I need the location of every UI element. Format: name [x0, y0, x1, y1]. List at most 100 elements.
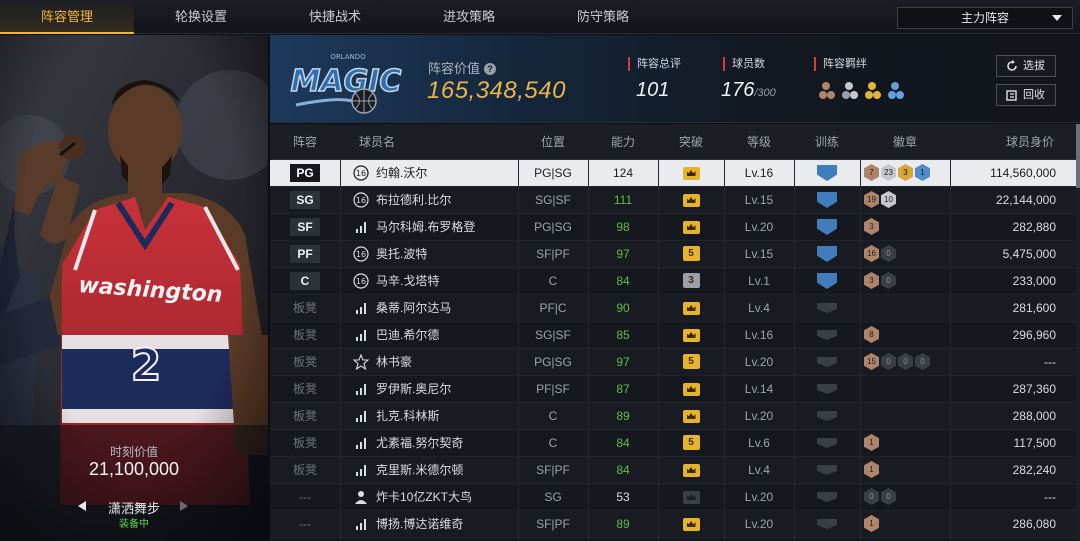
badges-cell[interactable] [862, 403, 950, 429]
breakthrough-cell[interactable] [658, 484, 724, 510]
lineup-slot-cell[interactable]: SG [270, 187, 340, 213]
breakthrough-cell[interactable]: 5 [658, 349, 724, 375]
table-row[interactable]: 板凳 桑蒂.阿尔达马 PF|C 90 Lv.4 281,600 [270, 295, 1076, 322]
training-cell[interactable] [794, 214, 860, 240]
table-row[interactable]: 板凳 克里斯.米德尔顿 SF|PF 84 Lv.4 1 282,240 [270, 457, 1076, 484]
player-name[interactable]: 罗伊斯.奥尼尔 [376, 376, 516, 402]
recycle-button[interactable]: 回收 [996, 84, 1056, 106]
training-cell[interactable] [794, 322, 860, 348]
badges-cell[interactable]: 1 [862, 511, 950, 537]
table-row[interactable]: SG 16 布拉德利.比尔 SG|SF 111 Lv.15 19 10 22,144,000 [270, 187, 1076, 214]
training-cell[interactable] [794, 241, 860, 267]
badges-cell[interactable]: 1 [862, 430, 950, 456]
lineup-slot-cell[interactable]: C [270, 268, 340, 294]
badges-cell[interactable]: 19 10 [862, 187, 950, 213]
header-ability[interactable]: 能力 [588, 124, 658, 160]
header-player-value[interactable]: 球员身价 [990, 124, 1070, 160]
player-name[interactable]: 博扬.博达诺维奇 [376, 511, 516, 537]
training-cell[interactable] [794, 457, 860, 483]
breakthrough-cell[interactable] [658, 214, 724, 240]
table-row[interactable]: PF 16 奥托.波特 SF|PF 97 5 Lv.15 16 0 5,475,000 [270, 241, 1076, 268]
table-row[interactable]: 板凳 罗伊斯.奥尼尔 PF|SF 87 Lv.14 287,360 [270, 376, 1076, 403]
breakthrough-cell[interactable] [658, 322, 724, 348]
player-name[interactable]: 巴迪.希尔德 [376, 322, 516, 348]
player-name[interactable]: 扎克.科林斯 [376, 403, 516, 429]
badges-cell[interactable]: 7 23 3 1 [862, 160, 950, 186]
player-name[interactable]: 马尔科姆.布罗格登 [376, 214, 516, 240]
training-cell[interactable] [794, 511, 860, 537]
tab-lineup-management[interactable]: 阵容管理 [0, 0, 134, 34]
lineup-slot-cell[interactable]: --- [270, 511, 340, 537]
lineup-slot-cell[interactable]: PG [270, 160, 340, 186]
breakthrough-cell[interactable] [658, 295, 724, 321]
badges-cell[interactable] [862, 376, 950, 402]
lineup-slot-cell[interactable]: 板凳 [270, 457, 340, 483]
breakthrough-cell[interactable] [658, 457, 724, 483]
lineup-slot-cell[interactable]: 板凳 [270, 376, 340, 402]
table-row[interactable]: 板凳 林书豪 PG|SG 97 5 Lv.20 15 0 0 0 --- [270, 349, 1076, 376]
breakthrough-cell[interactable]: 3 [658, 268, 724, 294]
badges-cell[interactable]: 00 [862, 484, 950, 510]
breakthrough-cell[interactable] [658, 403, 724, 429]
training-cell[interactable] [794, 430, 860, 456]
table-row[interactable]: --- 炸卡10亿ZKT大鸟 SG 53 Lv.20 0 0 --- [270, 484, 1076, 511]
player-name[interactable]: 桑蒂.阿尔达马 [376, 295, 516, 321]
tab-offense-strategy[interactable]: 进攻策略 [402, 0, 536, 34]
training-cell[interactable] [794, 187, 860, 213]
badges-cell[interactable]: 15 0 0 0 [862, 349, 950, 375]
player-name[interactable]: 克里斯.米德尔顿 [376, 457, 516, 483]
help-icon[interactable]: ? [484, 63, 497, 75]
training-cell[interactable] [794, 268, 860, 294]
badges-cell[interactable]: 3 [862, 214, 950, 240]
header-level[interactable]: 等级 [724, 124, 794, 160]
lineup-slot-cell[interactable]: PF [270, 241, 340, 267]
scrollbar-thumb[interactable] [1076, 124, 1080, 188]
training-cell[interactable] [794, 403, 860, 429]
lineup-slot-cell[interactable]: 板凳 [270, 295, 340, 321]
badges-cell[interactable] [862, 295, 950, 321]
training-cell[interactable] [794, 160, 860, 186]
player-name[interactable]: 马辛.戈塔特 [376, 268, 516, 294]
lineup-slot-cell[interactable]: 板凳 [270, 430, 340, 456]
badges-cell[interactable]: 30 [862, 268, 950, 294]
training-cell[interactable] [794, 484, 860, 510]
badges-cell[interactable]: 16 0 [862, 241, 950, 267]
chemistry-icons[interactable] [818, 80, 910, 102]
skin-prev-arrow-icon[interactable] [78, 501, 86, 511]
table-row[interactable]: 板凳 巴迪.希尔德 SG|SF 85 Lv.16 8 296,960 [270, 322, 1076, 349]
table-row[interactable]: 板凳 扎克.科林斯 C 89 Lv.20 288,000 [270, 403, 1076, 430]
lineup-slot-cell[interactable]: --- [270, 484, 340, 510]
tab-rotation-settings[interactable]: 轮换设置 [134, 0, 268, 34]
table-row[interactable]: PG 16 约翰.沃尔 PG|SG 124 Lv.16 7 23 3 1 114,560,000 [270, 160, 1076, 187]
training-cell[interactable] [794, 349, 860, 375]
breakthrough-cell[interactable] [658, 376, 724, 402]
table-row[interactable]: C 16 马辛.戈塔特 C 84 3 Lv.1 3 0 233,000 [270, 268, 1076, 295]
lineup-dropdown[interactable]: 主力阵容 [897, 7, 1073, 29]
table-row[interactable]: --- 博扬.博达诺维奇 SF|PF 89 Lv.20 1 286,080 [270, 511, 1076, 538]
table-scrollbar[interactable] [1076, 124, 1080, 541]
breakthrough-cell[interactable] [658, 160, 724, 186]
tab-defense-strategy[interactable]: 防守策略 [536, 0, 670, 34]
breakthrough-cell[interactable] [658, 511, 724, 537]
lineup-slot-cell[interactable]: SF [270, 214, 340, 240]
player-name[interactable]: 炸卡10亿ZKT大鸟 [376, 484, 516, 510]
player-name[interactable]: 约翰.沃尔 [376, 160, 516, 186]
training-cell[interactable] [794, 295, 860, 321]
player-name[interactable]: 林书豪 [376, 349, 516, 375]
tab-quick-tactics[interactable]: 快捷战术 [268, 0, 402, 34]
lineup-slot-cell[interactable]: 板凳 [270, 349, 340, 375]
player-name[interactable]: 奥托.波特 [376, 241, 516, 267]
skin-next-arrow-icon[interactable] [180, 501, 188, 511]
player-name[interactable]: 尤素福.努尔契奇 [376, 430, 516, 456]
table-row[interactable]: SF 马尔科姆.布罗格登 PG|SG 98 Lv.20 3 282,880 [270, 214, 1076, 241]
training-cell[interactable] [794, 376, 860, 402]
badges-cell[interactable]: 1 [862, 457, 950, 483]
lineup-slot-cell[interactable]: 板凳 [270, 322, 340, 348]
lineup-slot-cell[interactable]: 板凳 [270, 403, 340, 429]
badges-cell[interactable]: 8 [862, 322, 950, 348]
player-name[interactable]: 布拉德利.比尔 [376, 187, 516, 213]
scout-button[interactable]: 选拔 [996, 55, 1056, 77]
breakthrough-cell[interactable] [658, 187, 724, 213]
breakthrough-cell[interactable]: 5 [658, 430, 724, 456]
breakthrough-cell[interactable]: 5 [658, 241, 724, 267]
